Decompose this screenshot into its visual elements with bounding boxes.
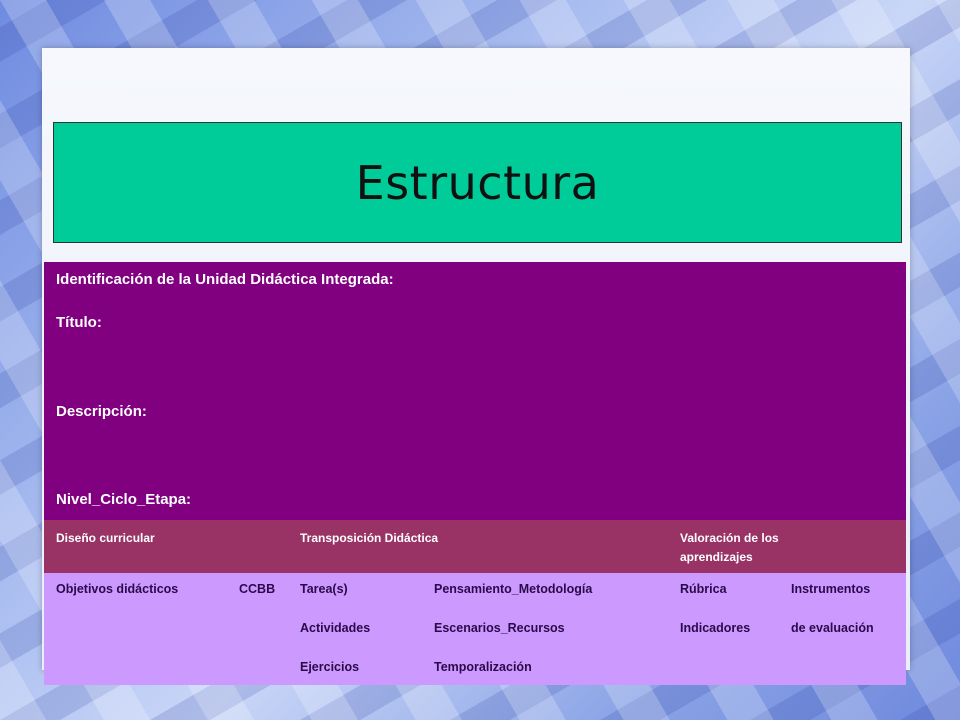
- table-header-row: Diseño curricular Transposición Didáctic…: [44, 520, 906, 573]
- title-field-label: Título:: [56, 314, 102, 331]
- cell-objectives: Objetivos didácticos: [56, 582, 179, 596]
- cell-indicators: Indicadores: [680, 621, 751, 635]
- header-curricular-design: Diseño curricular: [56, 531, 155, 545]
- level-field-label: Nivel_Ciclo_Etapa:: [56, 491, 192, 508]
- cell-rubric: Rúbrica: [680, 582, 727, 596]
- cell-thinking-methodology: Pensamiento_Metodología: [434, 582, 593, 596]
- table-detail-row: Objetivos didácticos CCBB Tarea(s) Activ…: [44, 573, 906, 685]
- description-field-label: Descripción:: [56, 403, 147, 420]
- identification-block: Identificación de la Unidad Didáctica In…: [44, 262, 906, 520]
- identification-heading: Identificación de la Unidad Didáctica In…: [56, 271, 394, 288]
- cell-scenarios-resources: Escenarios_Recursos: [434, 621, 565, 635]
- cell-exercises: Ejercicios: [300, 660, 360, 674]
- cell-evaluation: de evaluación: [791, 621, 874, 635]
- cell-instruments: Instrumentos: [791, 582, 871, 596]
- header-assessment-line1: Valoración de los: [680, 531, 779, 545]
- cell-activities: Actividades: [300, 621, 371, 635]
- cell-timing: Temporalización: [434, 660, 532, 674]
- header-assessment-line2: aprendizajes: [680, 550, 753, 564]
- cell-tasks: Tarea(s): [300, 582, 348, 596]
- slide-title: Estructura: [355, 155, 600, 210]
- header-didactic-transposition: Transposición Didáctica: [300, 531, 439, 545]
- title-box: Estructura: [53, 122, 902, 243]
- cell-ccbb: CCBB: [239, 582, 276, 596]
